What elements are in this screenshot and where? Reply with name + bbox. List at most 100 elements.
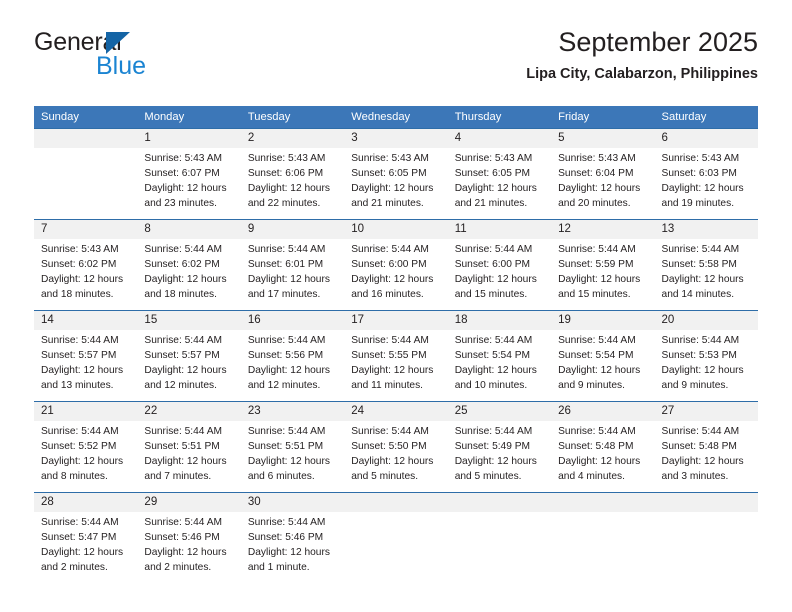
day-cell[interactable]: Sunrise: 5:43 AM Sunset: 6:06 PM Dayligh… [241,148,344,219]
day-cell[interactable]: Sunrise: 5:44 AM Sunset: 5:54 PM Dayligh… [551,330,654,401]
day-number[interactable]: 10 [344,220,447,239]
day-number[interactable] [551,493,654,512]
day-cell[interactable]: Sunrise: 5:44 AM Sunset: 5:53 PM Dayligh… [655,330,758,401]
day-number[interactable]: 22 [137,402,240,421]
day-cell[interactable]: Sunrise: 5:44 AM Sunset: 5:51 PM Dayligh… [137,421,240,492]
day-cell[interactable]: Sunrise: 5:44 AM Sunset: 5:48 PM Dayligh… [655,421,758,492]
day-number[interactable]: 3 [344,129,447,148]
sunset-text: Sunset: 5:46 PM [144,532,220,544]
day-cell[interactable] [34,148,137,219]
day-number[interactable]: 25 [448,402,551,421]
daylight-text-line1: Daylight: 12 hours [351,456,434,468]
day-number[interactable]: 29 [137,493,240,512]
day-cell[interactable]: Sunrise: 5:43 AM Sunset: 6:02 PM Dayligh… [34,239,137,310]
day-cell[interactable] [655,512,758,583]
sunrise-text: Sunrise: 5:44 AM [247,426,326,437]
day-cell[interactable]: Sunrise: 5:43 AM Sunset: 6:04 PM Dayligh… [551,148,654,219]
daylight-text-line2: and 9 minutes. [661,380,729,392]
day-cell[interactable]: Sunrise: 5:44 AM Sunset: 6:00 PM Dayligh… [344,239,447,310]
sunrise-text: Sunrise: 5:44 AM [558,244,636,255]
daylight-text-line1: Daylight: 12 hours [661,183,744,195]
sunrise-text: Sunrise: 5:44 AM [661,244,740,255]
day-cell[interactable]: Sunrise: 5:44 AM Sunset: 5:56 PM Dayligh… [241,330,344,401]
day-number[interactable]: 26 [551,402,654,421]
day-number[interactable] [34,129,137,148]
day-cell[interactable]: Sunrise: 5:44 AM Sunset: 5:57 PM Dayligh… [137,330,240,401]
day-cell[interactable]: Sunrise: 5:44 AM Sunset: 5:58 PM Dayligh… [655,239,758,310]
day-number[interactable]: 7 [34,220,137,239]
sunset-text: Sunset: 6:01 PM [247,259,324,271]
sunset-text: Sunset: 6:05 PM [454,168,531,180]
day-cell[interactable]: Sunrise: 5:43 AM Sunset: 6:05 PM Dayligh… [344,148,447,219]
sunset-text: Sunset: 5:51 PM [144,441,220,453]
general-blue-logo[interactable]: General Blue [34,28,264,90]
day-cell[interactable] [448,512,551,583]
day-cell[interactable] [551,512,654,583]
day-number[interactable]: 30 [241,493,344,512]
day-number[interactable]: 8 [137,220,240,239]
day-number[interactable]: 15 [137,311,240,330]
day-cell[interactable]: Sunrise: 5:44 AM Sunset: 5:55 PM Dayligh… [344,330,447,401]
day-number[interactable]: 14 [34,311,137,330]
day-number[interactable]: 9 [241,220,344,239]
day-number[interactable]: 28 [34,493,137,512]
day-cell[interactable]: Sunrise: 5:43 AM Sunset: 6:03 PM Dayligh… [655,148,758,219]
day-cell[interactable]: Sunrise: 5:43 AM Sunset: 6:05 PM Dayligh… [448,148,551,219]
day-number[interactable]: 1 [137,129,240,148]
day-number[interactable]: 13 [655,220,758,239]
day-number[interactable]: 18 [448,311,551,330]
day-number[interactable] [655,493,758,512]
day-number[interactable]: 24 [344,402,447,421]
day-number[interactable] [344,493,447,512]
day-number[interactable]: 6 [655,129,758,148]
day-cell[interactable]: Sunrise: 5:44 AM Sunset: 5:57 PM Dayligh… [34,330,137,401]
sunrise-text: Sunrise: 5:44 AM [247,517,326,528]
week-detail-band: Sunrise: 5:44 AM Sunset: 5:47 PM Dayligh… [34,512,758,583]
day-cell[interactable] [344,512,447,583]
day-number[interactable] [448,493,551,512]
sunrise-text: Sunrise: 5:44 AM [454,426,533,437]
day-number[interactable]: 20 [655,311,758,330]
daylight-text-line1: Daylight: 12 hours [41,456,124,468]
weekday-header-row: Sunday Monday Tuesday Wednesday Thursday… [34,106,758,128]
day-cell[interactable]: Sunrise: 5:44 AM Sunset: 5:47 PM Dayligh… [34,512,137,583]
day-cell[interactable]: Sunrise: 5:44 AM Sunset: 5:50 PM Dayligh… [344,421,447,492]
sunrise-text: Sunrise: 5:44 AM [144,517,223,528]
daylight-text-line2: and 11 minutes. [351,380,424,392]
daylight-text-line1: Daylight: 12 hours [144,274,227,286]
day-number[interactable]: 23 [241,402,344,421]
day-cell[interactable]: Sunrise: 5:44 AM Sunset: 5:54 PM Dayligh… [448,330,551,401]
sunset-text: Sunset: 5:53 PM [661,350,737,362]
day-cell[interactable]: Sunrise: 5:44 AM Sunset: 5:46 PM Dayligh… [137,512,240,583]
calendar-week-row: 21 22 23 24 25 26 27 Sunrise: 5:44 AM Su… [34,401,758,492]
day-cell[interactable]: Sunrise: 5:44 AM Sunset: 5:49 PM Dayligh… [448,421,551,492]
day-cell[interactable]: Sunrise: 5:44 AM Sunset: 5:59 PM Dayligh… [551,239,654,310]
day-cell[interactable]: Sunrise: 5:44 AM Sunset: 6:01 PM Dayligh… [241,239,344,310]
sunset-text: Sunset: 5:57 PM [144,350,220,362]
day-cell[interactable]: Sunrise: 5:44 AM Sunset: 5:48 PM Dayligh… [551,421,654,492]
day-cell[interactable]: Sunrise: 5:44 AM Sunset: 6:02 PM Dayligh… [137,239,240,310]
day-number[interactable]: 17 [344,311,447,330]
daylight-text-line2: and 5 minutes. [454,471,522,483]
day-cell[interactable]: Sunrise: 5:44 AM Sunset: 5:51 PM Dayligh… [241,421,344,492]
day-number[interactable]: 27 [655,402,758,421]
week-daynumber-band: 28 29 30 [34,493,758,512]
day-number[interactable]: 11 [448,220,551,239]
day-cell[interactable]: Sunrise: 5:44 AM Sunset: 5:52 PM Dayligh… [34,421,137,492]
sunrise-text: Sunrise: 5:43 AM [661,153,740,164]
day-cell[interactable]: Sunrise: 5:44 AM Sunset: 6:00 PM Dayligh… [448,239,551,310]
day-number[interactable]: 16 [241,311,344,330]
calendar-page: General Blue September 2025 Lipa City, C… [0,0,792,612]
day-cell[interactable]: Sunrise: 5:43 AM Sunset: 6:07 PM Dayligh… [137,148,240,219]
daylight-text-line1: Daylight: 12 hours [558,183,641,195]
day-cell[interactable]: Sunrise: 5:44 AM Sunset: 5:46 PM Dayligh… [241,512,344,583]
day-number[interactable]: 4 [448,129,551,148]
sunset-text: Sunset: 6:06 PM [247,168,324,180]
day-number[interactable]: 5 [551,129,654,148]
day-number[interactable]: 21 [34,402,137,421]
daylight-text-line1: Daylight: 12 hours [144,456,227,468]
day-number[interactable]: 12 [551,220,654,239]
daylight-text-line2: and 16 minutes. [351,289,424,301]
day-number[interactable]: 2 [241,129,344,148]
day-number[interactable]: 19 [551,311,654,330]
